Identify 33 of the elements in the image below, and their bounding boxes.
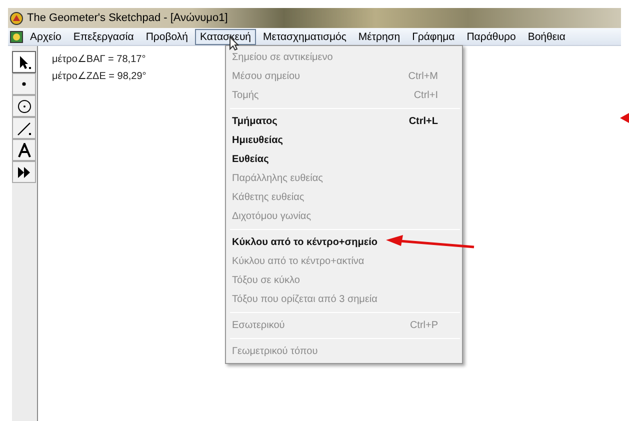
- tool-button[interactable]: [12, 161, 36, 183]
- menu-item[interactable]: Παράθυρο: [462, 28, 521, 44]
- compass-tool-icon: [16, 98, 32, 114]
- point-tool-icon: [22, 82, 26, 86]
- menu-option[interactable]: Ημιευθείας: [228, 131, 287, 150]
- tool-button[interactable]: [12, 117, 36, 139]
- app-logo-icon: [10, 12, 23, 24]
- shortcut-label: Ctrl+P: [410, 319, 438, 333]
- menu-item[interactable]: Προβολή: [140, 28, 194, 44]
- measurement-label[interactable]: μέτρο∠ΖΔΕ = 98,29°: [52, 68, 146, 85]
- tool-button[interactable]: [12, 139, 36, 161]
- menu-item[interactable]: Γράφημα: [407, 28, 460, 44]
- menu-option[interactable]: Κύκλου από το κέντρο+σημείο: [228, 233, 382, 252]
- menu-item[interactable]: Βοήθεια: [522, 28, 570, 44]
- measurement-label[interactable]: μέτρο∠ΒΑΓ = 78,17°: [52, 51, 146, 68]
- menu-item[interactable]: Μέτρηση: [353, 28, 406, 44]
- menu-item[interactable]: Επεξεργασία: [68, 28, 139, 44]
- menu-item[interactable]: Κατασκευή: [195, 28, 256, 44]
- arrow-tip-icon: [620, 113, 629, 123]
- menu-option[interactable]: Ευθείας: [228, 150, 273, 169]
- custom-tool-icon: [16, 164, 32, 180]
- menu-item[interactable]: Μετασχηματισμός: [258, 28, 352, 44]
- shortcut-label: Ctrl+I: [414, 89, 438, 103]
- tool-button[interactable]: [12, 51, 36, 73]
- menu-option[interactable]: Τμήματος Ctrl+L: [228, 112, 460, 131]
- menu-item[interactable]: Αρχείο: [25, 28, 66, 44]
- window-title: The Geometer's Sketchpad - [Ανώνυμο1]: [27, 10, 228, 26]
- document-icon[interactable]: [10, 30, 23, 42]
- tool-button[interactable]: [12, 95, 36, 117]
- shortcut-label: Ctrl+M: [408, 70, 438, 84]
- shortcut-label: Ctrl+L: [408, 115, 438, 129]
- text-tool-icon: [16, 142, 32, 158]
- straightedge-tool-icon: [16, 120, 32, 136]
